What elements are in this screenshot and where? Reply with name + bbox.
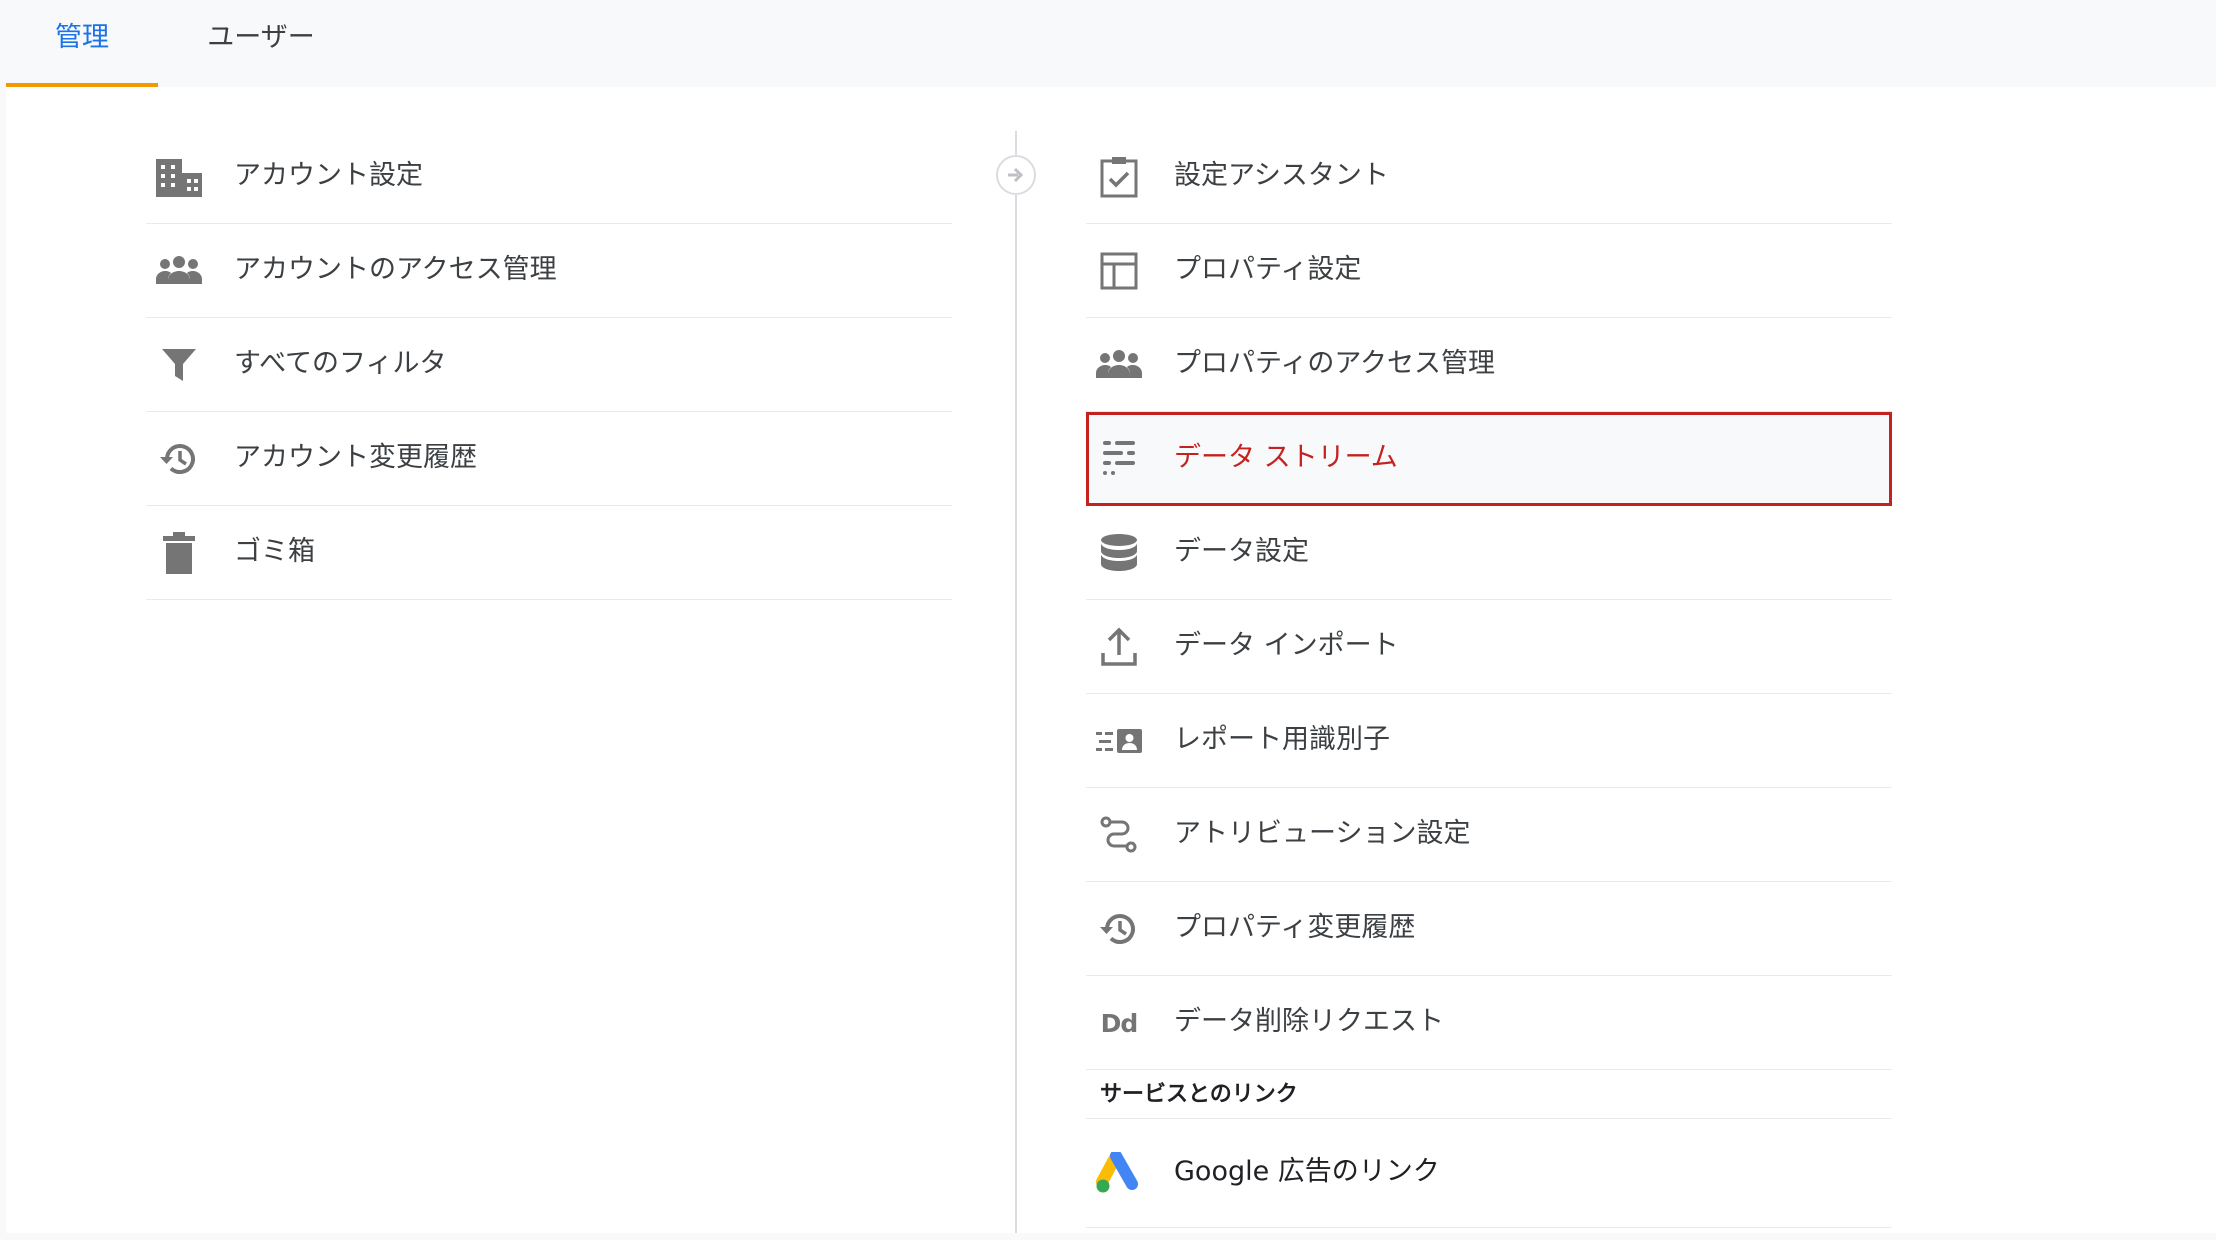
dd-icon-text: Dd bbox=[1100, 1008, 1139, 1038]
admin-panel: アカウント設定 アカウントのアクセス管理 すべてのフィルタ アカウント変更履歴 … bbox=[6, 87, 2216, 1233]
trash-icon bbox=[156, 530, 202, 576]
product-links-header: サービスとのリンク bbox=[1086, 1074, 1892, 1119]
data-import-item[interactable]: データ インポート bbox=[1086, 600, 1892, 694]
item-label: アカウント設定 bbox=[234, 160, 423, 191]
database-icon bbox=[1096, 530, 1142, 576]
item-label: プロパティ変更履歴 bbox=[1174, 912, 1416, 943]
account-settings-item[interactable]: アカウント設定 bbox=[146, 130, 952, 224]
setup-assistant-item[interactable]: 設定アシスタント bbox=[1086, 130, 1892, 224]
account-column: アカウント設定 アカウントのアクセス管理 すべてのフィルタ アカウント変更履歴 … bbox=[146, 130, 952, 600]
data-streams-item[interactable]: データ ストリーム bbox=[1086, 412, 1892, 506]
building-icon bbox=[156, 154, 202, 200]
item-label: プロパティのアクセス管理 bbox=[1174, 348, 1496, 379]
upload-icon bbox=[1096, 624, 1142, 670]
property-layout-icon bbox=[1096, 248, 1142, 294]
filter-icon bbox=[156, 342, 202, 388]
property-access-management-item[interactable]: プロパティのアクセス管理 bbox=[1086, 318, 1892, 412]
attribution-settings-item[interactable]: アトリビューション設定 bbox=[1086, 788, 1892, 882]
item-label: データ設定 bbox=[1174, 536, 1309, 567]
column-divider bbox=[1015, 131, 1017, 1233]
account-access-management-item[interactable]: アカウントのアクセス管理 bbox=[146, 224, 952, 318]
section-title: サービスとのリンク bbox=[1100, 1082, 1298, 1107]
google-ads-icon bbox=[1096, 1150, 1142, 1196]
reporting-identity-icon bbox=[1096, 718, 1142, 764]
reporting-identity-item[interactable]: レポート用識別子 bbox=[1086, 694, 1892, 788]
property-change-history-item[interactable]: プロパティ変更履歴 bbox=[1086, 882, 1892, 976]
google-ads-links-item[interactable]: Google 広告のリンク bbox=[1086, 1119, 1892, 1228]
tab-user[interactable]: ユーザー bbox=[158, 0, 364, 87]
all-filters-item[interactable]: すべてのフィルタ bbox=[146, 318, 952, 412]
item-label: アカウント変更履歴 bbox=[234, 442, 477, 473]
item-label: データ ストリーム bbox=[1174, 442, 1398, 473]
people-icon bbox=[156, 248, 202, 294]
trash-item[interactable]: ゴミ箱 bbox=[146, 506, 952, 600]
tab-admin[interactable]: 管理 bbox=[6, 0, 158, 87]
item-label: すべてのフィルタ bbox=[234, 348, 447, 379]
dd-icon: Dd bbox=[1096, 1000, 1142, 1046]
tab-bar: 管理 ユーザー bbox=[0, 0, 2216, 87]
item-label: アカウントのアクセス管理 bbox=[234, 254, 557, 285]
item-label: データ インポート bbox=[1174, 630, 1399, 661]
data-stream-icon bbox=[1096, 436, 1142, 482]
history-icon bbox=[156, 436, 202, 482]
property-column: 設定アシスタント プロパティ設定 プロパティのアクセス管理 データ ストリーム … bbox=[1086, 130, 1892, 1228]
item-label: データ削除リクエスト bbox=[1174, 1006, 1444, 1037]
people-icon bbox=[1096, 342, 1142, 388]
arrow-right-icon bbox=[996, 155, 1036, 195]
item-label: アトリビューション設定 bbox=[1174, 818, 1471, 849]
checklist-icon bbox=[1096, 154, 1142, 200]
item-label: ゴミ箱 bbox=[234, 536, 315, 567]
property-settings-item[interactable]: プロパティ設定 bbox=[1086, 224, 1892, 318]
item-label: Google 広告のリンク bbox=[1174, 1156, 1440, 1187]
item-label: レポート用識別子 bbox=[1174, 724, 1390, 755]
history-icon bbox=[1096, 906, 1142, 952]
attribution-icon bbox=[1096, 812, 1142, 858]
data-deletion-requests-item[interactable]: Dd データ削除リクエスト bbox=[1086, 976, 1892, 1070]
account-change-history-item[interactable]: アカウント変更履歴 bbox=[146, 412, 952, 506]
data-settings-item[interactable]: データ設定 bbox=[1086, 506, 1892, 600]
item-label: プロパティ設定 bbox=[1174, 254, 1362, 285]
item-label: 設定アシスタント bbox=[1174, 160, 1389, 191]
